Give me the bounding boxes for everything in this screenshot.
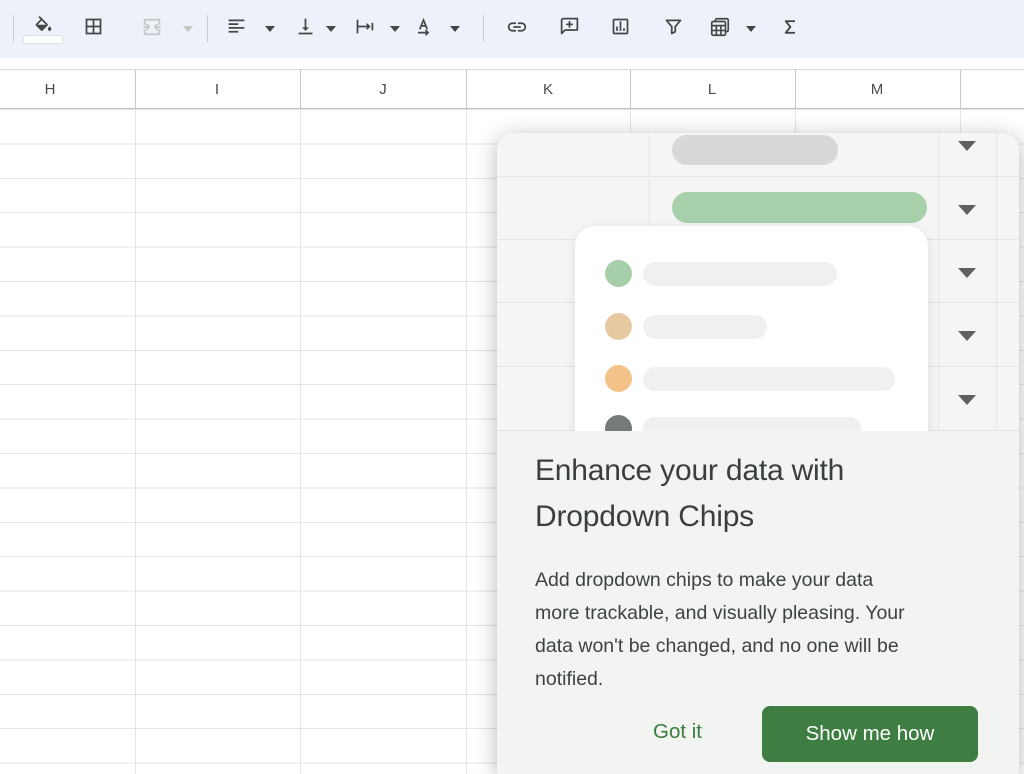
comment-add-icon (559, 16, 580, 42)
column-divider[interactable] (300, 70, 301, 109)
column-header-row: H I J K L M (0, 69, 1024, 109)
promo-illustration (497, 133, 1019, 431)
illustration-dropdown-menu (575, 226, 928, 431)
column-header-h[interactable]: H (45, 81, 56, 98)
column-header-m[interactable]: M (871, 81, 884, 98)
dropdown-chips-promo-dialog: Enhance your data with Dropdown Chips Ad… (497, 133, 1019, 774)
promo-body-line: Add dropdown chips to make your data (535, 564, 989, 597)
text-rotation-button[interactable] (407, 7, 439, 51)
table-icon (709, 16, 731, 43)
horizontal-align-dropdown-icon[interactable] (264, 25, 276, 33)
text-wrap-icon (354, 16, 375, 42)
merge-cells-dropdown-icon[interactable] (182, 25, 194, 33)
column-divider[interactable] (630, 70, 631, 109)
illustration-grid-line (938, 133, 939, 431)
dropdown-arrow-icon (958, 395, 976, 405)
vertical-align-dropdown-icon[interactable] (325, 25, 337, 33)
borders-icon (83, 16, 104, 42)
merge-cells-icon (141, 16, 163, 43)
table-button[interactable] (704, 7, 736, 51)
sigma-icon (780, 17, 800, 42)
dropdown-arrow-icon (958, 205, 976, 215)
toolbar (0, 0, 1024, 58)
text-wrapping-button[interactable] (348, 7, 380, 51)
column-divider[interactable] (135, 70, 136, 109)
fill-color-button[interactable] (27, 7, 59, 51)
promo-body: Add dropdown chips to make your data mor… (535, 564, 989, 696)
vertical-align-button[interactable] (289, 7, 321, 51)
option-bar (643, 417, 861, 431)
toolbar-sheet-gap (0, 58, 1024, 69)
dropdown-arrow-icon (958, 331, 976, 341)
promo-body-line: more trackable, and visually pleasing. Y… (535, 597, 989, 630)
promo-body-line: notified. (535, 663, 989, 696)
show-me-how-button[interactable]: Show me how (762, 706, 978, 762)
illustration-green-chip (672, 192, 927, 223)
option-bar (643, 262, 837, 286)
merge-cells-button[interactable] (136, 7, 168, 51)
illustration-gray-chip (672, 135, 838, 165)
toolbar-separator (13, 15, 14, 42)
insert-chart-button[interactable] (604, 7, 636, 51)
dropdown-arrow-icon (958, 268, 976, 278)
functions-button[interactable] (774, 7, 806, 51)
column-header-k[interactable]: K (543, 81, 553, 98)
borders-button[interactable] (77, 7, 109, 51)
table-dropdown-icon[interactable] (745, 25, 757, 33)
chart-icon (610, 16, 631, 42)
fill-color-swatch (23, 35, 63, 44)
got-it-button[interactable]: Got it (637, 710, 718, 754)
column-header-i[interactable]: I (215, 81, 219, 98)
toolbar-separator (207, 15, 208, 42)
toolbar-separator (483, 15, 484, 42)
option-bar (643, 367, 895, 391)
text-rotation-icon (413, 16, 434, 42)
insert-comment-button[interactable] (553, 7, 585, 51)
column-header-l[interactable]: L (708, 81, 716, 98)
horizontal-align-button[interactable] (220, 7, 252, 51)
insert-link-button[interactable] (501, 7, 533, 51)
option-dot-tan (605, 313, 632, 340)
column-divider[interactable] (795, 70, 796, 109)
text-wrapping-dropdown-icon[interactable] (389, 25, 401, 33)
column-header-j[interactable]: J (379, 81, 387, 98)
dropdown-arrow-icon (958, 141, 976, 151)
option-dot-darkgray (605, 415, 632, 431)
grid-column-line (466, 109, 467, 774)
promo-body-line: data won't be changed, and no one will b… (535, 630, 989, 663)
column-divider[interactable] (960, 70, 961, 109)
create-filter-button[interactable] (657, 7, 689, 51)
option-dot-green (605, 260, 632, 287)
text-rotation-dropdown-icon[interactable] (449, 25, 461, 33)
google-sheets-window: H I J K L M (0, 0, 1024, 774)
grid-column-line (135, 109, 136, 774)
column-divider[interactable] (466, 70, 467, 109)
illustration-grid-line (996, 133, 997, 431)
link-icon (506, 16, 528, 43)
align-left-icon (226, 16, 247, 42)
option-bar (643, 315, 767, 339)
option-dot-orange (605, 365, 632, 392)
promo-heading-line2: Dropdown Chips (535, 494, 989, 540)
grid-column-line (300, 109, 301, 774)
vertical-align-bottom-icon (295, 16, 316, 42)
promo-heading-line1: Enhance your data with (535, 448, 989, 494)
filter-icon (663, 16, 684, 42)
